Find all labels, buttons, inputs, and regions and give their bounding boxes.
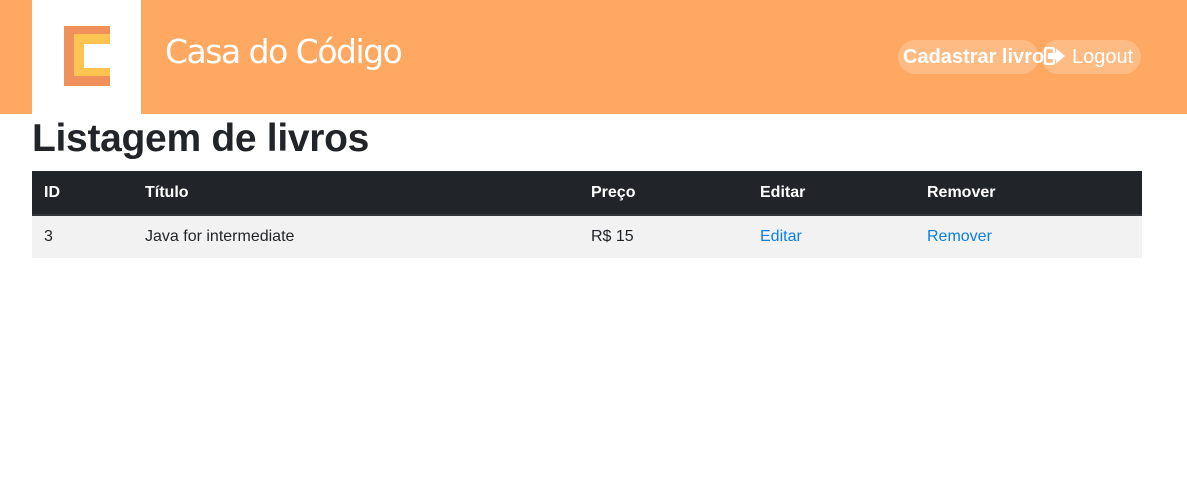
logo[interactable] bbox=[32, 0, 141, 114]
cell-remover: Remover bbox=[915, 215, 1142, 258]
site-header: Casa do Código Cadastrar livro Logout bbox=[0, 0, 1187, 114]
books-table: ID Título Preço Editar Remover 3 Java fo… bbox=[32, 171, 1142, 258]
column-header-preco: Preço bbox=[579, 171, 748, 216]
cadastrar-livro-label: Cadastrar livro bbox=[903, 46, 1045, 68]
column-header-id: ID bbox=[32, 171, 133, 216]
page-title: Listagem de livros bbox=[32, 117, 370, 160]
logout-label: Logout bbox=[1072, 46, 1134, 68]
cell-titulo: Java for intermediate bbox=[145, 228, 295, 245]
cadastrar-livro-button[interactable]: Cadastrar livro bbox=[898, 40, 1044, 74]
cell-id: 3 bbox=[44, 228, 53, 245]
remove-link[interactable]: Remover bbox=[927, 228, 992, 245]
logout-button[interactable]: Logout bbox=[1041, 40, 1141, 74]
table-header: ID Título Preço Editar Remover bbox=[32, 171, 1142, 216]
column-header-editar: Editar bbox=[748, 171, 915, 216]
edit-link[interactable]: Editar bbox=[760, 228, 802, 245]
column-header-remover: Remover bbox=[915, 171, 1142, 216]
brand-name[interactable]: Casa do Código bbox=[165, 32, 403, 71]
header-row: ID Título Preço Editar Remover bbox=[32, 171, 1142, 216]
casa-do-codigo-logo-icon bbox=[64, 26, 110, 86]
column-header-titulo: Título bbox=[133, 171, 579, 216]
cell-preco: R$ 15 bbox=[591, 228, 634, 245]
table-row: 3 Java for intermediate R$ 15 Editar Rem… bbox=[32, 215, 1142, 258]
cell-editar: Editar bbox=[748, 215, 915, 258]
sign-out-icon bbox=[1043, 46, 1065, 66]
